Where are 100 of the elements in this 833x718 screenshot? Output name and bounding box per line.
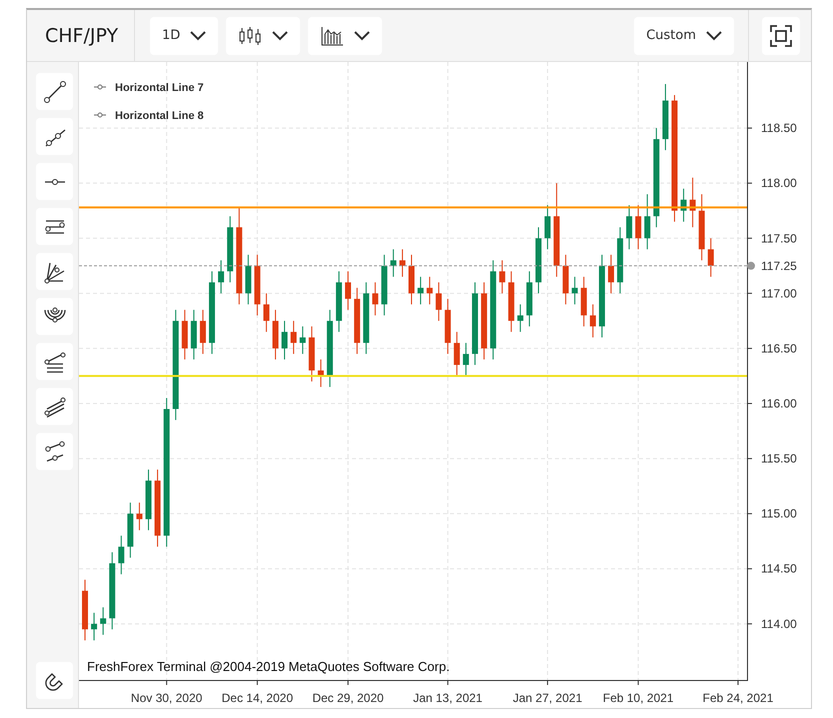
time-axis-label: Feb 10, 2021 — [602, 691, 674, 705]
drawing-tool-button[interactable] — [36, 433, 73, 470]
price-axis-label: 116.00 — [761, 396, 797, 410]
candle — [127, 502, 134, 558]
candle — [290, 320, 297, 354]
trend-line-icon — [42, 80, 66, 104]
candle — [272, 310, 278, 360]
candle — [626, 205, 632, 250]
candle — [381, 254, 388, 316]
candle — [698, 194, 705, 260]
candle — [617, 227, 624, 294]
candle — [118, 536, 124, 574]
candle — [354, 288, 360, 354]
fullscreen-button[interactable] — [762, 16, 800, 54]
candle — [218, 260, 224, 294]
candle — [508, 271, 514, 332]
time-axis-label: Dec 14, 2020 — [222, 691, 293, 705]
time-axis-label: Jan 27, 2021 — [512, 691, 582, 705]
candle — [399, 249, 406, 277]
price-axis-label: 114.00 — [761, 616, 797, 631]
fullscreen-icon — [770, 24, 792, 46]
chevron-down-icon — [354, 30, 370, 40]
drawing-tool-button[interactable] — [36, 343, 73, 380]
candle — [345, 271, 352, 310]
candle — [535, 227, 542, 294]
current-price-marker — [747, 262, 755, 270]
candle — [300, 326, 306, 354]
candle — [372, 282, 378, 316]
price-axis-label: 115.50 — [761, 452, 797, 466]
candle — [662, 84, 668, 150]
candle — [608, 254, 614, 294]
candle — [182, 310, 188, 360]
candle — [708, 238, 714, 277]
candle — [363, 282, 370, 354]
indicators-dropdown[interactable] — [308, 16, 382, 54]
timeframe-dropdown[interactable]: 1D — [150, 16, 218, 54]
candle — [499, 260, 506, 294]
candle — [100, 607, 106, 635]
price-axis-label: 117.00 — [761, 286, 797, 300]
candle — [436, 282, 442, 321]
chevron-down-icon — [190, 30, 206, 40]
candle — [136, 502, 142, 530]
copyright-text: FreshForex Terminal @2004-2019 MetaQuotes Software Corp. — [87, 659, 450, 674]
candle — [426, 276, 433, 304]
candle — [82, 580, 88, 640]
legend-item[interactable]: Horizontal Line 7 — [115, 82, 204, 94]
candle — [190, 310, 197, 360]
line-pair-icon — [42, 440, 66, 464]
legend-item[interactable]: Horizontal Line 8 — [115, 110, 204, 122]
parallel-lines-icon — [42, 394, 66, 418]
candle — [590, 304, 596, 338]
bar-chart-icon — [320, 26, 344, 46]
price-axis-label: 118.50 — [761, 121, 797, 136]
candle — [444, 298, 451, 354]
drawing-tool-button[interactable] — [36, 253, 73, 290]
candle — [418, 276, 424, 304]
candlestick-icon — [238, 26, 262, 46]
drawing-tool-button[interactable] — [36, 298, 73, 335]
candle — [227, 216, 234, 282]
legend-line-icon — [94, 112, 106, 118]
horizontal-line-icon — [42, 178, 66, 186]
drawing-tool-button[interactable] — [36, 208, 73, 245]
candle — [91, 612, 98, 640]
candle — [644, 194, 650, 250]
time-axis-label: Dec 29, 2020 — [312, 691, 384, 705]
candle — [572, 276, 578, 304]
candle — [254, 254, 260, 316]
symbol-title: CHF/JPY — [27, 10, 135, 61]
candle — [245, 254, 252, 304]
time-axis-label: Feb 24, 2021 — [702, 691, 774, 705]
candle — [462, 342, 469, 376]
candle — [200, 310, 206, 354]
candle — [526, 271, 532, 326]
time-axis-label: Jan 13, 2021 — [413, 691, 482, 705]
price-axis-label: 118.00 — [761, 176, 797, 190]
chart-type-dropdown[interactable] — [226, 16, 300, 54]
candle — [336, 271, 342, 332]
candle — [145, 470, 152, 530]
drawing-tool-button[interactable] — [36, 388, 73, 425]
range-dropdown[interactable]: Custom — [634, 16, 734, 54]
candle — [282, 320, 288, 360]
price-axis-label: 114.50 — [761, 562, 797, 576]
price-axis-label: 116.50 — [761, 341, 797, 356]
price-axis-label: 115.00 — [761, 506, 797, 521]
levels-icon — [42, 350, 66, 374]
chevron-down-icon — [272, 30, 288, 40]
current-price-label: 117.25 — [761, 258, 797, 273]
price-axis-label: 117.50 — [761, 231, 797, 246]
candle — [580, 276, 587, 326]
candle — [390, 249, 396, 277]
candle — [635, 205, 642, 250]
candle — [454, 332, 460, 376]
legend-line-icon — [94, 84, 106, 90]
time-axis-label: Nov 30, 2020 — [130, 691, 202, 705]
candle — [263, 293, 270, 332]
candle — [562, 254, 569, 304]
drawing-tool-button[interactable] — [36, 73, 73, 110]
candle — [544, 205, 551, 250]
drawing-tool-button[interactable] — [36, 118, 73, 155]
magnet-button[interactable] — [36, 662, 73, 699]
